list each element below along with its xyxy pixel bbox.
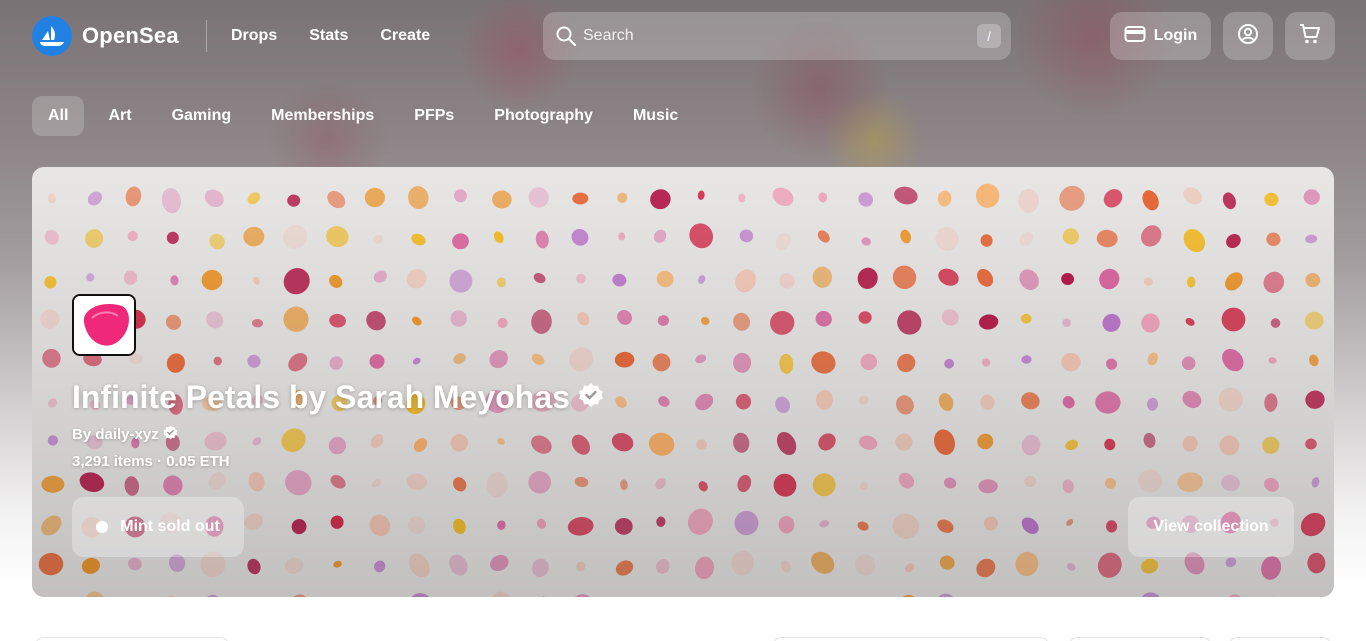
tab-gaming[interactable]: Gaming — [156, 96, 248, 136]
collection-stats: 3,291 items · 0.05 ETH — [72, 453, 230, 470]
cart-button[interactable] — [1285, 12, 1335, 60]
main-nav: Drops Stats Create — [231, 27, 430, 45]
login-button[interactable]: Login — [1110, 12, 1211, 60]
tab-photography[interactable]: Photography — [478, 96, 609, 136]
tab-pfps[interactable]: PFPs — [398, 96, 470, 136]
status-dot-icon — [96, 521, 109, 533]
nav-drops[interactable]: Drops — [231, 27, 277, 45]
collection-title[interactable]: Infinite Petals by Sarah Meyohas — [72, 379, 604, 416]
nav-stats[interactable]: Stats — [309, 27, 348, 45]
lower-filter-group[interactable] — [772, 637, 1050, 641]
creator-line[interactable]: By daily-xyz — [72, 425, 178, 444]
mint-status-badge: Mint sold out — [72, 497, 244, 557]
header-divider — [206, 20, 207, 52]
lower-tab-group[interactable] — [34, 637, 230, 641]
lower-view-toggle[interactable] — [1228, 637, 1332, 641]
search-shortcut-key: / — [977, 24, 1001, 48]
tab-art[interactable]: Art — [92, 96, 147, 136]
search-input[interactable] — [583, 12, 963, 60]
search-icon — [555, 25, 577, 52]
tab-music[interactable]: Music — [617, 96, 694, 136]
creator-verified-icon — [163, 425, 178, 444]
category-tabs: All Art Gaming Memberships PFPs Photogra… — [32, 96, 694, 136]
verified-badge-icon — [578, 379, 604, 416]
brand-name: OpenSea — [82, 23, 179, 48]
opensea-logo-icon — [32, 16, 72, 56]
view-collection-button[interactable]: View collection — [1128, 497, 1294, 557]
featured-drop-card[interactable]: Infinite Petals by Sarah Meyohas By dail… — [32, 167, 1334, 597]
profile-button[interactable] — [1223, 12, 1273, 60]
top-header: OpenSea Drops Stats Create / Login — [32, 12, 1335, 60]
brand-logo-link[interactable]: OpenSea — [32, 16, 179, 56]
search-bar[interactable]: / — [543, 12, 1011, 60]
nav-create[interactable]: Create — [380, 27, 430, 45]
lower-sort-control[interactable] — [1068, 637, 1212, 641]
login-label: Login — [1153, 27, 1198, 44]
creator-name: By daily-xyz — [72, 426, 159, 443]
mint-status-label: Mint sold out — [120, 518, 220, 535]
wallet-icon — [1124, 25, 1146, 48]
collection-title-text: Infinite Petals by Sarah Meyohas — [72, 379, 570, 415]
cart-icon — [1299, 23, 1321, 50]
collection-avatar[interactable] — [72, 294, 136, 356]
user-circle-icon — [1237, 23, 1259, 50]
tab-memberships[interactable]: Memberships — [255, 96, 390, 136]
tab-all[interactable]: All — [32, 96, 85, 136]
